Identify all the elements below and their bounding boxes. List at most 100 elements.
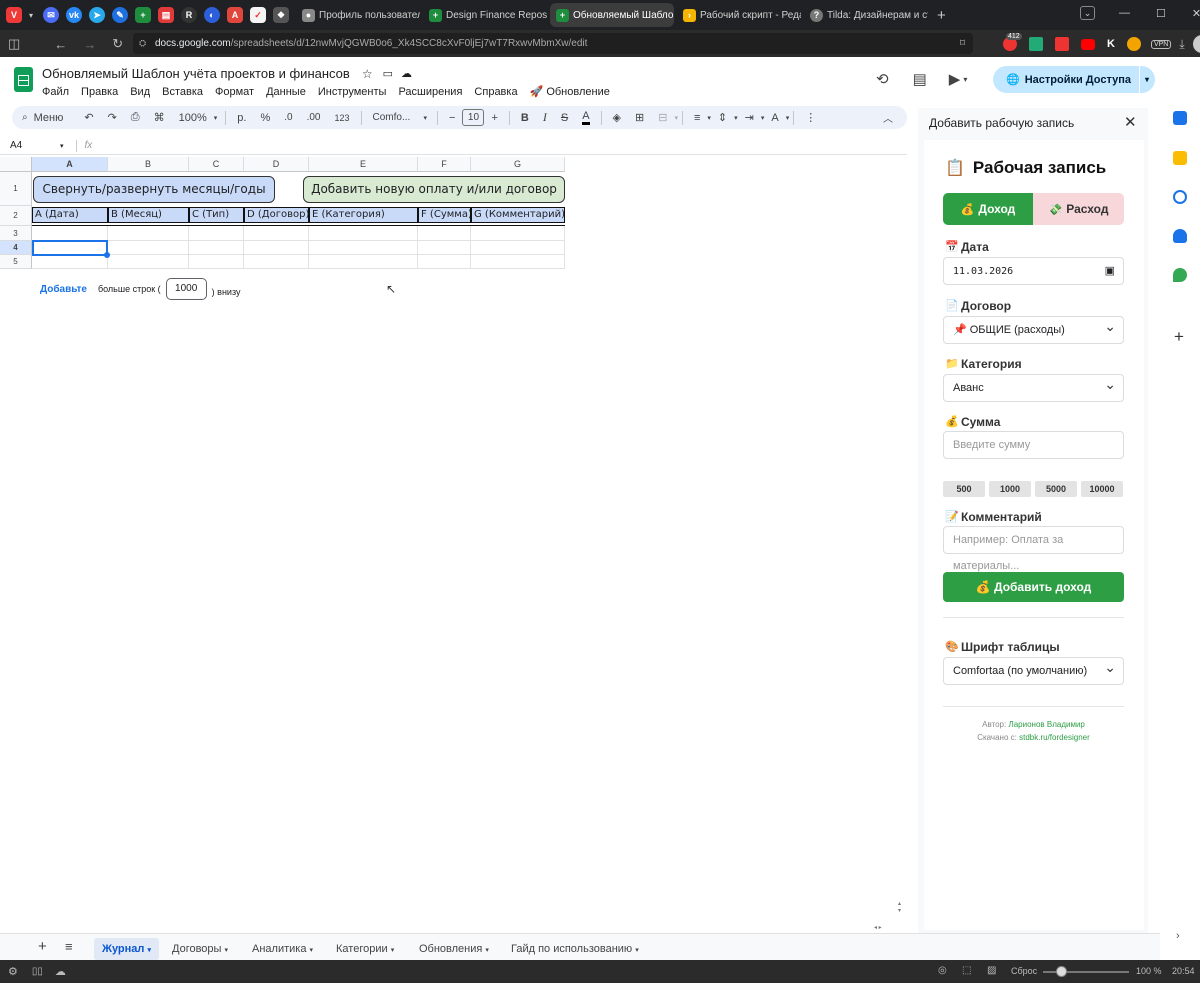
cell[interactable] — [244, 241, 309, 255]
chevron-down-icon[interactable]: ▾ — [29, 11, 33, 20]
panels-icon[interactable]: ▯▯ — [32, 966, 43, 977]
capture-icon[interactable]: ◎ — [938, 965, 947, 976]
zoom-slider-handle[interactable] — [1056, 966, 1067, 977]
paint-format-icon[interactable]: ⌘ — [154, 111, 165, 124]
maximize-icon[interactable]: ☐ — [1156, 7, 1166, 20]
menu-update[interactable]: 🚀 Обновление — [530, 85, 610, 98]
calendar-app-icon[interactable] — [1173, 111, 1187, 125]
scroll-arrows-icon[interactable]: ▴ ▾ — [898, 901, 901, 915]
star-icon[interactable]: ☆ — [362, 67, 373, 81]
category-select[interactable]: Аванс — [943, 371, 1124, 402]
reload-icon[interactable]: ↻ — [112, 36, 123, 52]
sheets-icon[interactable]: + — [135, 7, 152, 23]
zoom-select[interactable]: 100% — [179, 112, 207, 124]
select-all-corner[interactable] — [0, 157, 32, 172]
sheet-tab-analytics[interactable]: Аналитика ▾ — [244, 938, 321, 960]
fill-handle[interactable] — [104, 252, 110, 258]
close-window-icon[interactable]: ✕ — [1192, 7, 1200, 20]
tile-icon[interactable]: ⬚ — [962, 965, 971, 976]
column-header-a[interactable]: A — [32, 157, 108, 172]
cell[interactable] — [32, 255, 108, 269]
cell[interactable] — [189, 255, 244, 269]
zoom-reset-button[interactable]: Сброс — [1011, 966, 1037, 976]
menu-extensions[interactable]: Расширения — [398, 86, 462, 98]
date-input[interactable]: 11.03.2026 ▣ — [943, 257, 1124, 285]
tasks-icon[interactable] — [1173, 190, 1187, 204]
header-cell-category[interactable]: E (Категория) — [309, 207, 418, 223]
meet-icon[interactable]: ▶ — [949, 70, 961, 88]
bookmark-icon[interactable]: ▤ — [158, 7, 175, 23]
calendar-picker-icon[interactable]: ▣ — [1105, 258, 1115, 284]
text-wrap-icon[interactable]: ⇥ — [745, 111, 754, 124]
history-icon[interactable]: ⟲ — [876, 70, 889, 88]
cell[interactable] — [189, 241, 244, 255]
text-color-button[interactable]: A — [582, 110, 590, 125]
cell[interactable] — [418, 255, 471, 269]
more-formats-button[interactable]: 123 — [334, 113, 349, 123]
row-header-2[interactable]: 2 — [0, 206, 32, 226]
header-cell-type[interactable]: C (Тип) — [189, 207, 244, 223]
selected-cell-a4[interactable] — [32, 240, 108, 256]
sheet-tab-categories[interactable]: Категории ▾ — [328, 938, 402, 960]
menu-view[interactable]: Вид — [130, 86, 150, 98]
maps-icon[interactable] — [1173, 268, 1187, 282]
currency-format-button[interactable]: р. — [237, 112, 246, 124]
strikethrough-button[interactable]: S — [561, 112, 568, 124]
header-cell-amount[interactable]: F (Сумма) — [418, 207, 471, 223]
cell[interactable] — [108, 226, 189, 241]
redo-icon[interactable]: ↷ — [108, 111, 117, 124]
scroll-horizontal-icon[interactable]: ◂ ▸ — [874, 924, 882, 931]
cell[interactable] — [309, 241, 418, 255]
menu-tools[interactable]: Инструменты — [318, 86, 387, 98]
cell[interactable] — [471, 255, 565, 269]
close-icon[interactable]: ✕ — [1124, 113, 1137, 131]
back-icon[interactable]: ← — [54, 37, 67, 52]
cell[interactable] — [32, 226, 108, 241]
download-site-link[interactable]: stdbk.ru/fordesigner — [1019, 733, 1090, 742]
download-icon[interactable]: ⤓ — [1179, 37, 1184, 52]
header-cell-contract[interactable]: D (Договор) — [244, 207, 309, 223]
sheets-logo-icon[interactable] — [14, 67, 33, 92]
telegram-icon[interactable]: ➤ — [89, 7, 106, 23]
tab-list-icon[interactable]: ⌄ — [1080, 6, 1095, 20]
align-horizontal-icon[interactable]: ≡ — [694, 112, 700, 124]
amount-input[interactable]: Введите сумму — [943, 431, 1124, 459]
chevron-down-icon[interactable]: ▾ — [963, 75, 967, 84]
browser-tab[interactable]: ? Tilda: Дизайнерам и студ — [804, 3, 928, 27]
quick-amount-1000[interactable]: 1000 — [989, 481, 1031, 497]
url-field[interactable]: ⛭ docs.google.com/spreadsheets/d/12nwMvj… — [133, 33, 973, 54]
cell[interactable] — [244, 226, 309, 241]
header-cell-comment[interactable]: G (Комментарий) — [471, 207, 565, 223]
get-addons-icon[interactable]: + — [1174, 327, 1184, 347]
row-header-3[interactable]: 3 — [0, 226, 32, 241]
keep-icon[interactable] — [1173, 151, 1187, 165]
author-name[interactable]: Ларионов Владимир — [1008, 720, 1084, 729]
column-header-d[interactable]: D — [244, 157, 309, 172]
extension-icon[interactable] — [1029, 37, 1043, 51]
forward-icon[interactable]: → — [83, 37, 96, 52]
panel-toggle-icon[interactable]: ◫ — [8, 36, 20, 52]
name-box[interactable]: A4 — [10, 140, 60, 151]
font-size-input[interactable]: 10 — [462, 109, 485, 126]
extension-icon[interactable] — [1055, 37, 1069, 51]
column-header-f[interactable]: F — [418, 157, 471, 172]
expand-rail-icon[interactable]: › — [1176, 930, 1180, 942]
cell[interactable] — [244, 255, 309, 269]
todo-icon[interactable]: ✓ — [250, 7, 267, 23]
bookmark-outline-icon[interactable]: ⌑ — [960, 33, 965, 54]
settings-icon[interactable]: ⚙ — [8, 965, 18, 978]
column-header-e[interactable]: E — [309, 157, 418, 172]
minimize-icon[interactable]: — — [1119, 7, 1130, 19]
font-select[interactable]: Comfortaa (по умолчанию) — [943, 654, 1124, 685]
row-header-4[interactable]: 4 — [0, 241, 32, 255]
contract-select[interactable]: 📌 ОБЩИЕ (расходы) — [943, 313, 1124, 344]
sheet-tab-guide[interactable]: Гайд по использованию ▾ — [503, 938, 647, 960]
percent-format-button[interactable]: % — [260, 112, 270, 124]
collapse-toolbar-icon[interactable]: ︿ — [883, 110, 893, 125]
column-header-g[interactable]: G — [471, 157, 565, 172]
browser-tab[interactable]: › Рабочий скрипт - Редакто — [677, 3, 801, 27]
add-sheet-icon[interactable]: + — [38, 938, 47, 955]
undo-icon[interactable]: ↶ — [84, 111, 93, 124]
spreadsheet-grid[interactable]: A B C D E F G 1 2 3 4 5 Свернуть/разверн… — [0, 157, 907, 932]
contacts-icon[interactable] — [1173, 229, 1187, 243]
